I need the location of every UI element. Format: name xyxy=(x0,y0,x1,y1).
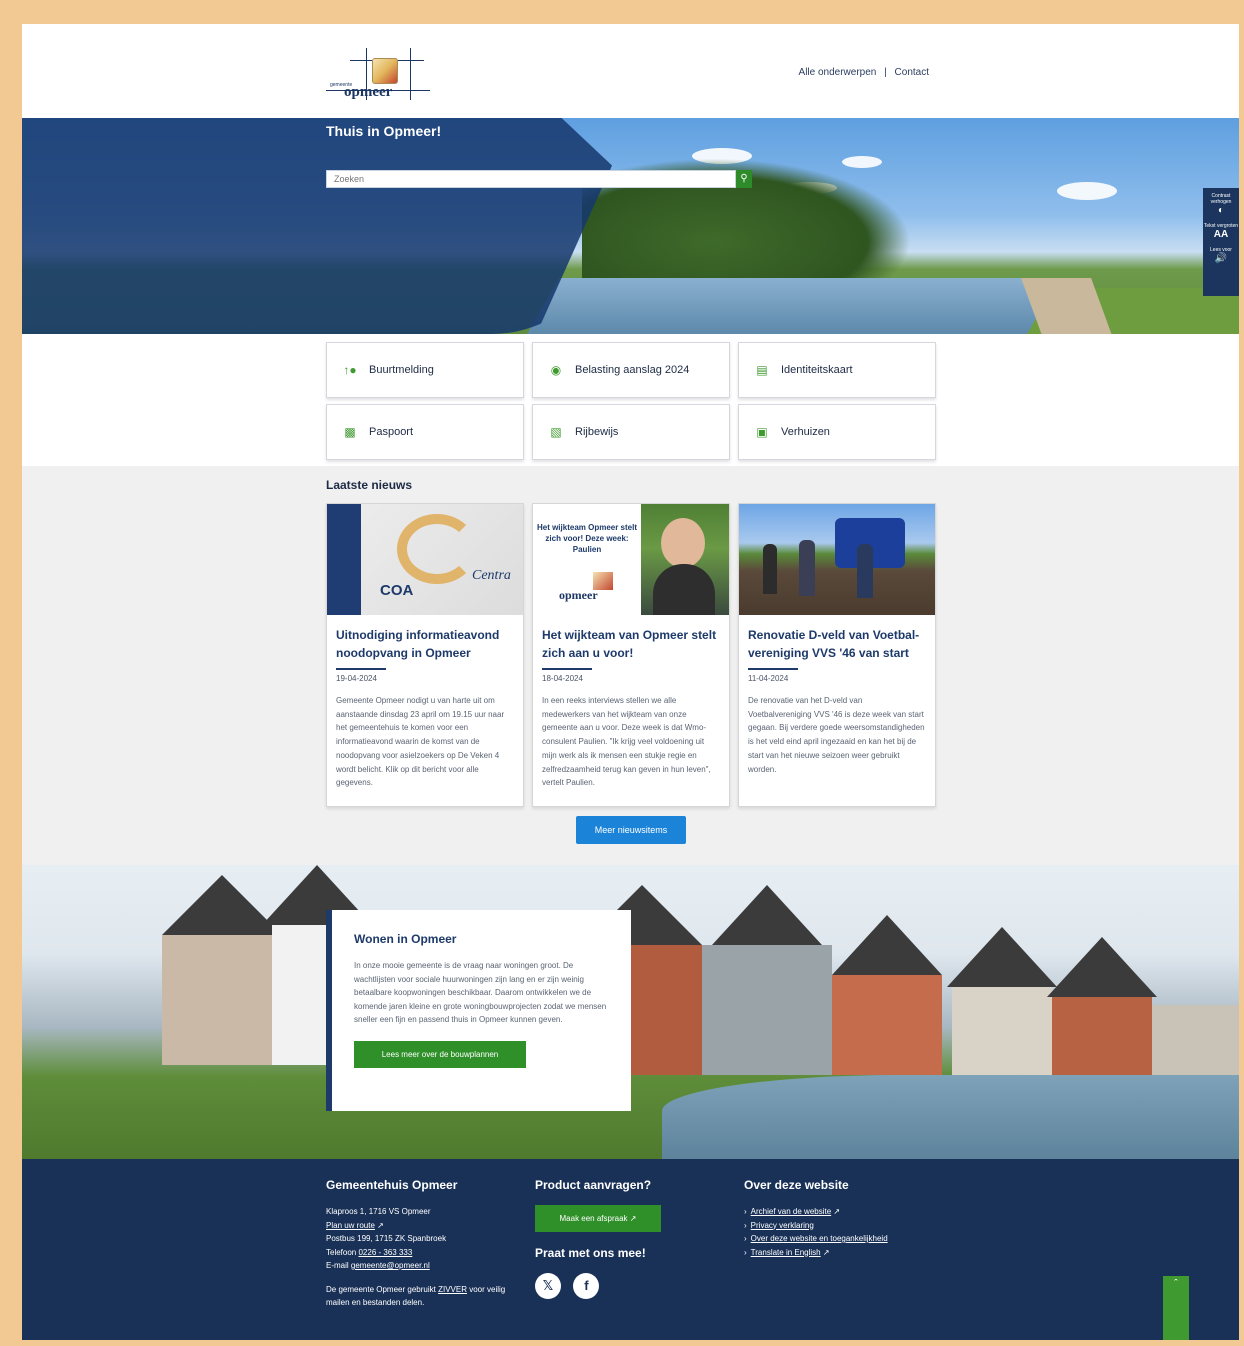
top-nav: Alle onderwerpen | Contact xyxy=(799,67,929,78)
nav-contact[interactable]: Contact xyxy=(895,67,929,78)
site-footer: Gemeentehuis Opmeer Klaproos 1, 1716 VS … xyxy=(22,1159,1239,1340)
news-card-title: Uitnodiging informatieavond noodopvang i… xyxy=(336,628,500,660)
tile-identiteitskaart[interactable]: ▤ Identiteitskaart xyxy=(738,342,936,398)
news-card-text: Gemeente Opmeer nodigt u van harte uit o… xyxy=(336,696,505,788)
text-size-button[interactable]: Tekst vergroten AA xyxy=(1203,223,1239,241)
footer-link-translate[interactable]: › Translate in English ↗ xyxy=(744,1246,964,1260)
footer-link-archief[interactable]: › Archief van de website ↗ xyxy=(744,1205,964,1219)
hero-title: Gemeente Opmeer xyxy=(326,94,487,114)
facebook-icon[interactable]: f xyxy=(573,1273,600,1299)
tile-buurtmelding[interactable]: ↑● Buurtmelding xyxy=(326,342,524,398)
appointment-button[interactable]: Maak een afspraak ↗ xyxy=(535,1205,661,1232)
search-button[interactable]: ⚲ xyxy=(736,170,752,188)
news-section: Laatste nieuws COA Centra Uitnodiging in… xyxy=(22,466,1239,865)
news-card-text: De renovatie van het D-veld van Voetbalv… xyxy=(748,696,925,774)
passport-icon: ▩ xyxy=(344,425,356,439)
zivver-link[interactable]: ZIVVER xyxy=(438,1285,467,1294)
news-card-text: In een reeks interviews stellen we alle … xyxy=(542,696,711,788)
tile-verhuizen[interactable]: ▣ Verhuizen xyxy=(738,404,936,460)
moving-truck-icon: ▣ xyxy=(756,425,768,439)
task-tiles: ↑● Buurtmelding ◉ Belasting aanslag 2024… xyxy=(326,342,936,466)
chevron-right-icon: › xyxy=(744,1234,747,1243)
tree-report-icon: ↑● xyxy=(343,363,357,377)
housing-card: Wonen in Opmeer In onze mooie gemeente i… xyxy=(326,910,631,1111)
news-image-field xyxy=(739,504,935,615)
nav-separator: | xyxy=(884,67,887,78)
contrast-icon: ◐ xyxy=(1217,205,1225,216)
housing-pond xyxy=(662,1075,1239,1159)
chevron-right-icon: › xyxy=(744,1220,747,1230)
coat-of-arms-icon xyxy=(372,58,398,84)
site-header: gemeente opmeer Alle onderwerpen | Conta… xyxy=(22,24,1239,118)
tile-rijbewijs[interactable]: ▧ Rijbewijs xyxy=(532,404,730,460)
search-input[interactable] xyxy=(326,170,736,188)
housing-text: In onze mooie gemeente is de vraag naar … xyxy=(354,961,607,1024)
read-aloud-button[interactable]: Lees voor 🔊 xyxy=(1203,247,1239,265)
tax-icon: ◉ xyxy=(550,363,562,377)
news-image-coa: COA Centra xyxy=(327,504,523,615)
footer-link-privacy[interactable]: › Privacy verklaring xyxy=(744,1219,964,1233)
tile-paspoort[interactable]: ▩ Paspoort xyxy=(326,404,524,460)
back-to-top-button[interactable]: ˆ xyxy=(1163,1276,1189,1340)
search-icon: ⚲ xyxy=(740,173,748,184)
page: gemeente opmeer Alle onderwerpen | Conta… xyxy=(22,24,1239,1340)
housing-section: Wonen in Opmeer In onze mooie gemeente i… xyxy=(22,865,1239,1159)
footer-contact: Gemeentehuis Opmeer Klaproos 1, 1716 VS … xyxy=(326,1178,506,1307)
footer-product: Product aanvragen? Maak een afspraak ↗ P… xyxy=(535,1178,725,1299)
external-link-icon: ↗ xyxy=(629,1214,637,1223)
chevron-right-icon: › xyxy=(744,1247,747,1257)
chevron-right-icon: › xyxy=(744,1207,747,1216)
housing-plans-button[interactable]: Lees meer over de bouwplannen xyxy=(354,1040,526,1068)
speaker-icon: 🔊 xyxy=(1214,253,1228,264)
drivers-license-icon: ▧ xyxy=(550,425,562,439)
opmeer-logo[interactable]: gemeente opmeer xyxy=(326,48,430,100)
hero-subtitle: Thuis in Opmeer! xyxy=(326,123,442,139)
hero-panel xyxy=(22,118,612,334)
footer-website: Over deze website › Archief van de websit… xyxy=(744,1178,964,1259)
footer-link-accessibility[interactable]: › Over deze website en toegankelijkheid xyxy=(744,1232,964,1246)
housing-title: Wonen in Opmeer xyxy=(354,932,457,946)
news-card[interactable]: COA Centra Uitnodiging informatieavond n… xyxy=(326,503,524,807)
news-card-title: Renovatie D-veld van Voetbal-vereniging … xyxy=(748,628,920,660)
x-icon[interactable]: 𝕏 xyxy=(535,1273,561,1299)
more-news-button[interactable]: Meer nieuwsitems xyxy=(576,816,686,844)
news-card-date: 18-04-2024 xyxy=(542,674,583,683)
nav-alle-onderwerpen[interactable]: Alle onderwerpen xyxy=(799,67,877,78)
text-size-icon: AA xyxy=(1213,229,1229,240)
news-card-date: 19-04-2024 xyxy=(336,674,377,683)
hero-canal xyxy=(524,278,1060,334)
contrast-button[interactable]: Contrast verhogen ◐ xyxy=(1203,193,1239,217)
route-link[interactable]: Plan uw route xyxy=(326,1221,375,1230)
news-card-title: Het wijkteam van Opmeer stelt zich aan u… xyxy=(542,628,717,660)
news-card-date: 11-04-2024 xyxy=(748,674,789,683)
news-heading: Laatste nieuws xyxy=(326,478,413,492)
news-image-wijkteam: Het wijkteam Opmeer stelt zich voor! Dez… xyxy=(533,504,729,615)
hero-banner xyxy=(22,118,1239,334)
id-card-icon: ▤ xyxy=(756,363,768,377)
news-card[interactable]: Renovatie D-veld van Voetbal-vereniging … xyxy=(738,503,936,807)
chevron-up-icon: ˆ xyxy=(1174,1278,1178,1290)
email-link[interactable]: gemeente@opmeer.nl xyxy=(351,1261,430,1270)
phone-link[interactable]: 0226 - 363 333 xyxy=(358,1248,412,1257)
tile-belasting[interactable]: ◉ Belasting aanslag 2024 xyxy=(532,342,730,398)
news-card[interactable]: Het wijkteam Opmeer stelt zich voor! Dez… xyxy=(532,503,730,807)
external-link-icon: ↗ xyxy=(377,1220,384,1230)
accessibility-panel: Contrast verhogen ◐ Tekst vergroten AA L… xyxy=(1203,188,1239,296)
